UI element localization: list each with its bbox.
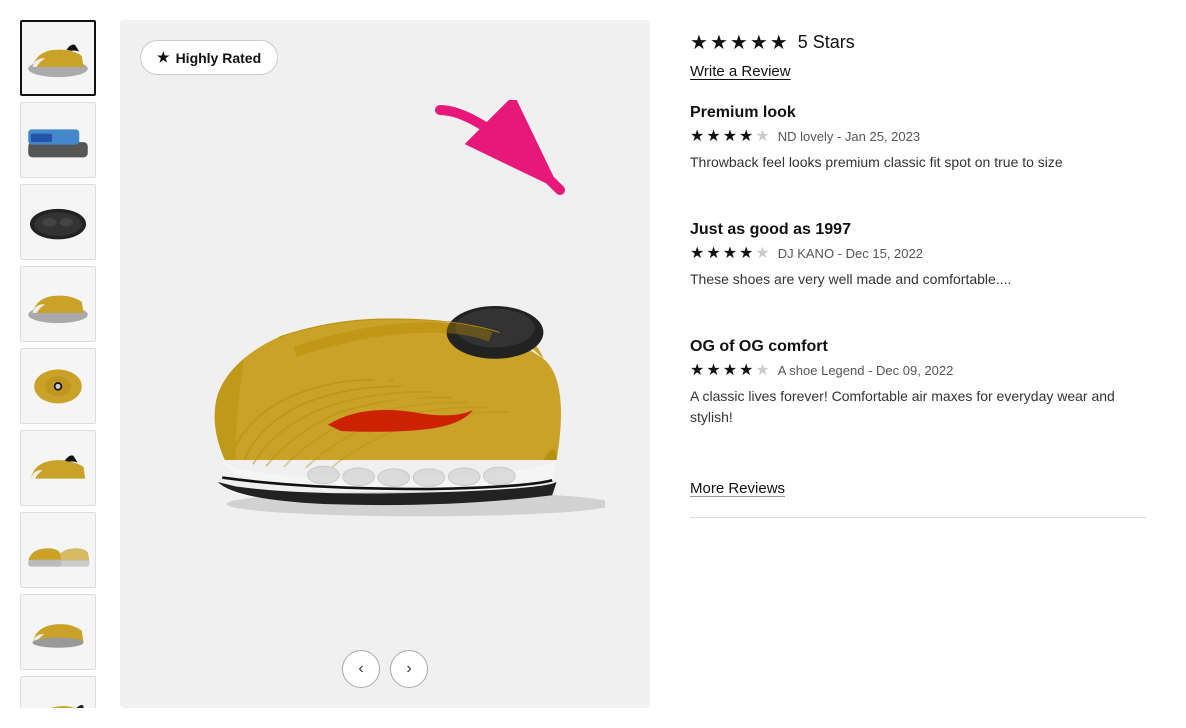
highly-rated-badge[interactable]: ★ Highly Rated	[140, 40, 278, 75]
review-item-1: Premium look ★ ★ ★ ★ ★ ND lovely - Jan 2…	[690, 104, 1146, 197]
badge-star-icon: ★	[157, 49, 170, 66]
star-1: ★	[690, 30, 708, 55]
r3-star-2: ★	[706, 360, 720, 380]
page-wrapper: NIKE ★ Highly Rated	[0, 0, 1186, 728]
review-title-3: OG of OG comfort	[690, 338, 1146, 356]
r3-star-4: ★	[739, 360, 753, 380]
star-3: ★	[730, 30, 748, 55]
r3-star-1: ★	[690, 360, 704, 380]
r2-star-5: ★	[755, 243, 769, 263]
next-button[interactable]: ›	[390, 650, 428, 688]
overall-stars: ★ ★ ★ ★ ★	[690, 30, 788, 55]
review-title-2: Just as good as 1997	[690, 221, 1146, 239]
reviews-panel: ★ ★ ★ ★ ★ 5 Stars Write a Review Premium…	[670, 20, 1146, 708]
review-meta-1: ★ ★ ★ ★ ★ ND lovely - Jan 25, 2023	[690, 126, 1146, 146]
write-review-link[interactable]: Write a Review	[690, 63, 1146, 80]
review-title-1: Premium look	[690, 104, 1146, 122]
review-stars-3: ★ ★ ★ ★ ★	[690, 360, 770, 380]
review-body-1: Throwback feel looks premium classic fit…	[690, 152, 1146, 173]
thumbnail-2[interactable]	[20, 102, 96, 178]
star-2: ★	[710, 30, 728, 55]
review-meta-2: ★ ★ ★ ★ ★ DJ KANO - Dec 15, 2022	[690, 243, 1146, 263]
review-item-3: OG of OG comfort ★ ★ ★ ★ ★ A shoe Legend…	[690, 338, 1146, 452]
r3-star-3: ★	[723, 360, 737, 380]
star-4: ★	[750, 30, 768, 55]
thumbnail-6[interactable]	[20, 430, 96, 506]
nav-arrows: ‹ ›	[342, 650, 428, 688]
shoe-main-image	[165, 244, 605, 544]
r2-star-1: ★	[690, 243, 704, 263]
thumbnail-5[interactable]	[20, 348, 96, 424]
bottom-divider	[690, 517, 1146, 518]
review-stars-2: ★ ★ ★ ★ ★	[690, 243, 770, 263]
thumbnail-9[interactable]	[20, 676, 96, 708]
more-reviews-link[interactable]: More Reviews	[690, 480, 1146, 497]
thumbnail-8[interactable]	[20, 594, 96, 670]
r2-star-4: ★	[739, 243, 753, 263]
r1-star-1: ★	[690, 126, 704, 146]
r2-star-3: ★	[723, 243, 737, 263]
review-author-date-2: DJ KANO - Dec 15, 2022	[778, 246, 923, 261]
review-meta-3: ★ ★ ★ ★ ★ A shoe Legend - Dec 09, 2022	[690, 360, 1146, 380]
pink-arrow	[430, 100, 610, 210]
rating-label: 5 Stars	[798, 32, 855, 53]
thumbnail-4[interactable]	[20, 266, 96, 342]
main-image-area: ★ Highly Rated	[120, 20, 650, 708]
review-author-date-3: A shoe Legend - Dec 09, 2022	[778, 363, 954, 378]
thumbnail-7[interactable]	[20, 512, 96, 588]
review-body-2: These shoes are very well made and comfo…	[690, 269, 1146, 290]
review-item-2: Just as good as 1997 ★ ★ ★ ★ ★ DJ KANO -…	[690, 221, 1146, 314]
review-author-date-1: ND lovely - Jan 25, 2023	[778, 129, 920, 144]
thumbnail-sidebar: NIKE	[20, 20, 100, 708]
prev-button[interactable]: ‹	[342, 650, 380, 688]
overall-rating: ★ ★ ★ ★ ★ 5 Stars	[690, 30, 1146, 55]
r1-star-4: ★	[739, 126, 753, 146]
star-5: ★	[770, 30, 788, 55]
review-body-3: A classic lives forever! Comfortable air…	[690, 386, 1146, 428]
thumbnail-1[interactable]	[20, 20, 96, 96]
badge-label: Highly Rated	[176, 50, 262, 66]
r1-star-2: ★	[706, 126, 720, 146]
r2-star-2: ★	[706, 243, 720, 263]
r3-star-5: ★	[755, 360, 769, 380]
r1-star-3: ★	[723, 126, 737, 146]
review-stars-1: ★ ★ ★ ★ ★	[690, 126, 770, 146]
thumbnail-3[interactable]	[20, 184, 96, 260]
r1-star-5: ★	[755, 126, 769, 146]
